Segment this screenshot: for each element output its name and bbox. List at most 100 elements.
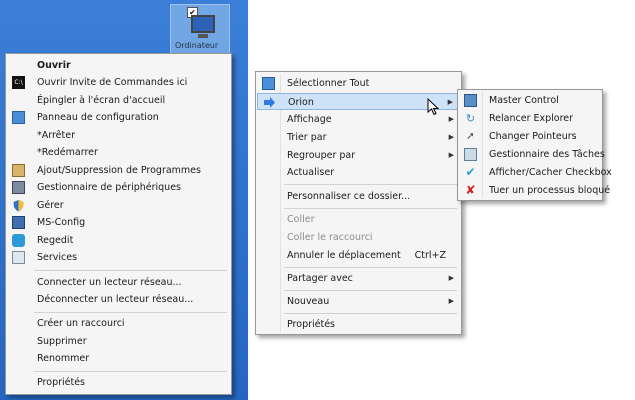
device-manager-icon (12, 181, 25, 194)
menu-item-label: Actualiser (287, 167, 335, 178)
desktop-icon-label: Ordinateur (175, 41, 219, 50)
menu-item-label: Supprimer (37, 336, 87, 347)
menu-item-msconfig[interactable]: MS-Config (7, 214, 230, 231)
submenu-arrow-icon: ▶ (448, 274, 454, 282)
programs-icon (12, 164, 25, 177)
menu-item-connecter-lecteur[interactable]: Connecter un lecteur réseau... (7, 274, 230, 291)
menu-item-supprimer[interactable]: Supprimer (7, 333, 230, 350)
menu-item-personnaliser[interactable]: Personnaliser ce dossier... (257, 188, 460, 205)
menu-item-label: Afficher/Cacher Checkbox (489, 167, 612, 178)
menu-item-coller: Coller (257, 211, 460, 228)
menu-item-panneau-configuration[interactable]: Panneau de configuration (7, 109, 230, 126)
menu-item-epingler[interactable]: Épingler à l'écran d'accueil (7, 92, 230, 109)
menu-item-creer-raccourci[interactable]: Créer un raccourci (7, 315, 230, 332)
menu-item-label: Changer Pointeurs (489, 131, 577, 142)
orion-submenu: Master Control ↻ Relancer Explorer ➚ Cha… (457, 89, 612, 201)
menu-item-label: Nouveau (287, 296, 330, 307)
menu-item-trier-par[interactable]: Trier par ▶ (257, 129, 460, 146)
menu-item-label: Épingler à l'écran d'accueil (37, 95, 166, 106)
menu-item-ajout-suppression[interactable]: Ajout/Suppression de Programmes (7, 162, 230, 179)
menu-item-gestionnaire-taches[interactable]: Gestionnaire des Tâches (459, 146, 605, 163)
kill-icon: ✘ (465, 183, 476, 197)
menu-item-label: Connecter un lecteur réseau... (37, 277, 182, 288)
menu-item-label: Personnaliser ce dossier... (287, 191, 411, 202)
menu-item-label: *Arrêter (37, 130, 76, 141)
menu-item-gerer[interactable]: Gérer (7, 197, 230, 214)
menu-item-label: Master Control (489, 95, 559, 106)
menu-separator (284, 184, 457, 185)
master-control-icon (464, 94, 477, 107)
shield-icon (12, 199, 25, 212)
menu-item-label: MS-Config (37, 217, 86, 228)
menu-item-label: Affichage (287, 114, 332, 125)
menu-item-services[interactable]: Services (7, 249, 230, 266)
menu-item-selectionner-tout[interactable]: Sélectionner Tout (257, 75, 460, 92)
menu-item-actualiser[interactable]: Actualiser (257, 164, 460, 181)
arrow-right-icon (263, 96, 276, 109)
menu-item-label: Partager avec (287, 273, 353, 284)
menu-item-relancer-explorer[interactable]: ↻ Relancer Explorer (459, 110, 601, 127)
menu-item-invite-commandes[interactable]: C:\ Ouvrir Invite de Commandes ici (7, 74, 230, 91)
msconfig-icon (12, 216, 25, 229)
menu-item-redemarrer[interactable]: *Redémarrer (7, 144, 230, 161)
menu-item-partager-avec[interactable]: Partager avec ▶ (257, 270, 460, 287)
services-icon (12, 251, 25, 264)
menu-item-label: Gestionnaire des Tâches (489, 149, 605, 160)
menu-item-changer-pointeurs[interactable]: ➚ Changer Pointeurs (459, 128, 601, 145)
menu-separator (284, 313, 457, 314)
menu-item-deconnecter-lecteur[interactable]: Déconnecter un lecteur réseau... (7, 291, 230, 308)
menu-separator (34, 270, 227, 271)
menu-item-label: Coller (287, 214, 315, 225)
menu-item-gestionnaire-peripheriques[interactable]: Gestionnaire de périphériques (7, 179, 230, 196)
menu-item-label: Orion (288, 97, 314, 108)
menu-separator (284, 208, 457, 209)
shortcut-label: Ctrl+Z (414, 250, 446, 261)
refresh-icon: ↻ (465, 112, 476, 125)
menu-item-regrouper-par[interactable]: Regrouper par ▶ (257, 147, 460, 164)
menu-item-tuer-processus[interactable]: ✘ Tuer un processus bloqué (459, 182, 610, 199)
submenu-arrow-icon: ▶ (448, 133, 454, 141)
computer-desktop-icon[interactable]: ✔ Ordinateur (170, 4, 230, 54)
menu-item-label: Renommer (37, 353, 90, 364)
menu-item-label: Gérer (37, 200, 64, 211)
menu-item-label: Déconnecter un lecteur réseau... (37, 294, 194, 305)
menu-separator (284, 290, 457, 291)
submenu-arrow-icon: ▶ (448, 115, 454, 123)
monitor-icon (191, 15, 215, 33)
menu-item-arreter[interactable]: *Arrêter (7, 127, 230, 144)
menu-item-label: Regedit (37, 235, 74, 246)
menu-item-proprietes[interactable]: Propriétés (7, 374, 230, 391)
menu-item-label: Ouvrir Invite de Commandes ici (37, 77, 188, 88)
menu-separator (34, 371, 227, 372)
menu-item-ouvrir[interactable]: Ouvrir (7, 57, 230, 74)
menu-item-proprietes[interactable]: Propriétés (257, 316, 460, 333)
menu-item-label: Propriétés (287, 319, 336, 330)
submenu-arrow-icon: ▶ (448, 151, 454, 159)
menu-item-renommer[interactable]: Renommer (7, 350, 230, 367)
menu-item-label: *Redémarrer (37, 147, 98, 158)
menu-item-master-control[interactable]: Master Control (459, 92, 601, 109)
menu-item-label: Ajout/Suppression de Programmes (37, 165, 201, 176)
regedit-icon (12, 234, 25, 247)
menu-item-annuler-deplacement[interactable]: Annuler le déplacement Ctrl+Z (257, 247, 460, 264)
cmd-icon: C:\ (12, 76, 25, 89)
menu-item-label: Relancer Explorer (489, 113, 574, 124)
menu-item-label: Ouvrir (37, 60, 71, 71)
menu-item-label: Sélectionner Tout (287, 78, 370, 89)
control-panel-icon (12, 111, 25, 124)
pointer-icon: ➚ (466, 131, 475, 142)
menu-item-label: Créer un raccourci (37, 318, 125, 329)
mouse-pointer-icon (427, 98, 440, 116)
menu-item-label: Services (37, 252, 78, 263)
menu-item-label: Trier par (287, 132, 327, 143)
monitor-stand (198, 34, 208, 38)
submenu-arrow-icon: ▶ (448, 297, 454, 305)
menu-item-regedit[interactable]: Regedit (7, 232, 230, 249)
checkmark-icon: ✔ (465, 165, 476, 179)
task-manager-icon (464, 148, 477, 161)
menu-item-label: Panneau de configuration (37, 112, 159, 123)
menu-item-afficher-cacher-checkbox[interactable]: ✔ Afficher/Cacher Checkbox (459, 164, 611, 181)
menu-item-label: Gestionnaire de périphériques (37, 182, 181, 193)
menu-item-nouveau[interactable]: Nouveau ▶ (257, 293, 460, 310)
menu-item-label: Annuler le déplacement (287, 250, 401, 261)
